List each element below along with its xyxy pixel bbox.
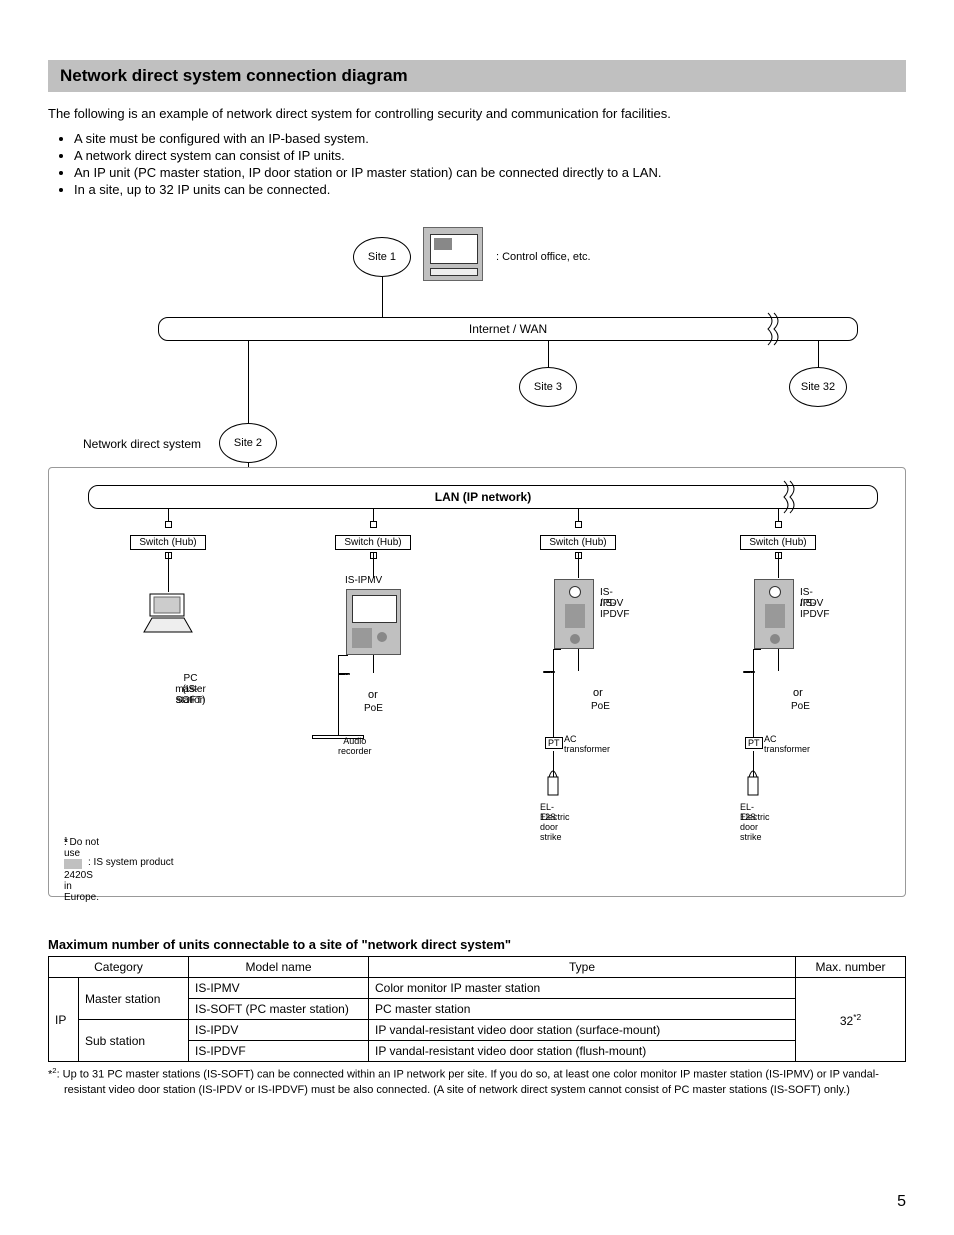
site1-node: Site 1: [353, 237, 411, 277]
cell-type: IP vandal-resistant video door station (…: [369, 1041, 796, 1062]
cell-model: IS-IPMV: [189, 978, 369, 999]
cell-type: PC master station: [369, 999, 796, 1020]
switch-hub: Switch (Hub): [130, 535, 206, 550]
poe-label: PoE: [791, 701, 810, 712]
bullet-item: A network direct system can consist of I…: [74, 148, 906, 163]
monitor-icon: [423, 227, 483, 281]
cell-model: IS-IPDV: [189, 1020, 369, 1041]
audio-recorder: Audio recorder: [312, 735, 364, 739]
switch-hub: Switch (Hub): [335, 535, 411, 550]
laptop-icon: [138, 592, 198, 636]
site32-node: Site 32: [789, 367, 847, 407]
switch-hub: Switch (Hub): [740, 535, 816, 550]
lan-bus: LAN (IP network): [88, 485, 878, 509]
legend-swatch: [64, 859, 82, 869]
pc-master-label: PC master station(IS-SOFT): [123, 673, 213, 684]
intro-text: The following is an example of network d…: [48, 106, 906, 121]
cell-type: Color monitor IP master station: [369, 978, 796, 999]
is-ipdv-icon: [554, 579, 594, 649]
footnote-2: *2: Up to 31 PC master stations (IS-SOFT…: [48, 1066, 906, 1098]
control-office-label: : Control office, etc.: [496, 251, 591, 263]
switch-hub: Switch (Hub): [540, 535, 616, 550]
or-label: or: [593, 687, 603, 699]
th-category: Category: [49, 957, 189, 978]
is-ipmv-label: IS-IPMV: [345, 575, 382, 586]
diagram: Site 1 : Control office, etc. Internet /…: [48, 217, 906, 917]
section-title: Network direct system connection diagram: [48, 60, 906, 92]
cell-model: IS-SOFT (PC master station): [189, 999, 369, 1020]
bullet-list: A site must be configured with an IP-bas…: [60, 131, 906, 197]
pt-box: PT: [745, 737, 763, 749]
cell-max: 32*2: [796, 978, 906, 1062]
door-strike-icon: [544, 769, 562, 797]
or-label: or: [368, 689, 378, 701]
cell-sub: Sub station: [79, 1020, 189, 1062]
nds-label: Network direct system: [83, 437, 201, 451]
bus-break-icon: [782, 479, 796, 515]
table-row: IP Master station IS-IPMV Color monitor …: [49, 978, 906, 999]
is-ipmv-icon: [346, 589, 401, 655]
site2-node: Site 2: [219, 423, 277, 463]
cell-type: IP vandal-resistant video door station (…: [369, 1020, 796, 1041]
lan-label: LAN (IP network): [89, 490, 877, 504]
th-model: Model name: [189, 957, 369, 978]
th-max: Max. number: [796, 957, 906, 978]
ac-transformer-label: AC transformer: [764, 735, 810, 755]
th-type: Type: [369, 957, 796, 978]
legend-label: : IS system product: [88, 857, 174, 868]
table-title: Maximum number of units connectable to a…: [48, 937, 906, 952]
site3-node: Site 3: [519, 367, 577, 407]
poe-label: PoE: [364, 703, 383, 714]
cell-model: IS-IPDVF: [189, 1041, 369, 1062]
units-table: Category Model name Type Max. number IP …: [48, 956, 906, 1062]
internet-label: Internet / WAN: [159, 322, 857, 336]
is-ipdv-icon: [754, 579, 794, 649]
cell-ip: IP: [49, 978, 79, 1062]
bullet-item: A site must be configured with an IP-bas…: [74, 131, 906, 146]
ac-transformer-label: AC transformer: [564, 735, 610, 755]
bullet-item: In a site, up to 32 IP units can be conn…: [74, 182, 906, 197]
cell-master: Master station: [79, 978, 189, 1020]
internet-bus: Internet / WAN: [158, 317, 858, 341]
bullet-item: An IP unit (PC master station, IP door s…: [74, 165, 906, 180]
bus-break-icon: [766, 311, 780, 347]
table-row: Sub station IS-IPDV IP vandal-resistant …: [49, 1020, 906, 1041]
or-label: or: [793, 687, 803, 699]
ps-label: PS-2420/D/UL/S*1: [338, 673, 350, 675]
door-strike-icon: [744, 769, 762, 797]
poe-label: PoE: [591, 701, 610, 712]
page-number: 5: [897, 1193, 906, 1211]
pt-box: PT: [545, 737, 563, 749]
